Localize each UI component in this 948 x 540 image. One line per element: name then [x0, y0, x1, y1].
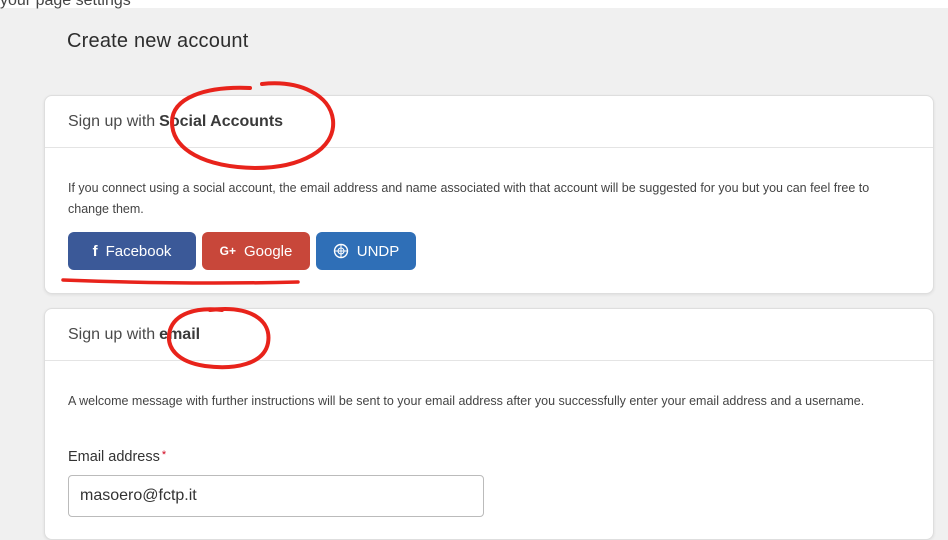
- undp-button[interactable]: UNDP: [316, 232, 416, 270]
- email-description: A welcome message with further instructi…: [68, 394, 865, 408]
- top-strip: your page settings: [0, 0, 948, 9]
- google-button[interactable]: G+ Google: [202, 232, 310, 270]
- email-label-text: Email address: [68, 449, 160, 465]
- un-emblem-icon: [333, 243, 349, 259]
- google-plus-icon: G+: [219, 244, 236, 258]
- email-input[interactable]: [68, 475, 484, 517]
- social-card-header: Sign up with Social Accounts: [45, 96, 933, 148]
- social-header-prefix: Sign up with: [68, 112, 156, 130]
- email-card-header: Sign up with email: [45, 309, 933, 361]
- social-signup-card: Sign up with Social Accounts If you conn…: [44, 95, 934, 294]
- facebook-icon: f: [92, 242, 98, 260]
- required-asterisk: *: [161, 449, 167, 461]
- facebook-button-label: Facebook: [105, 242, 172, 260]
- undp-button-label: UNDP: [356, 242, 400, 260]
- social-button-row: f Facebook G+ Google UNDP: [68, 232, 416, 270]
- email-signup-card: Sign up with email A welcome message wit…: [44, 308, 934, 540]
- facebook-button[interactable]: f Facebook: [68, 232, 196, 270]
- social-description: If you connect using a social account, t…: [68, 181, 870, 216]
- google-button-label: Google: [243, 242, 293, 260]
- email-header-bold: email: [159, 325, 201, 343]
- top-strip-text: your page settings: [0, 0, 131, 9]
- social-header-bold: Social Accounts: [159, 112, 284, 130]
- email-address-label: Email address *: [68, 449, 166, 465]
- page-title: Create new account: [67, 30, 249, 52]
- email-header-prefix: Sign up with: [68, 325, 156, 343]
